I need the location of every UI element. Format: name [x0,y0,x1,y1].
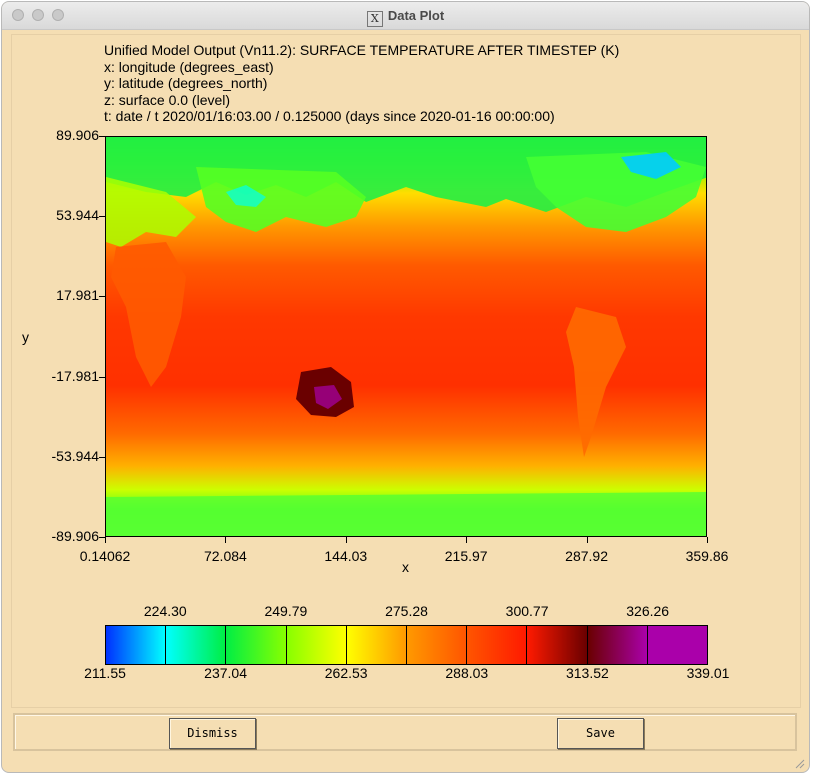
map-svg [106,137,706,536]
colorbar-segment [467,626,528,664]
x-axis-label: x [402,559,409,575]
antarctic-region [106,492,706,536]
y-tick-label: 89.906 [56,127,99,143]
colorbar-upper-label: 249.79 [264,603,308,619]
x11-icon: X [366,11,383,27]
y-axis-label: y [22,329,29,345]
save-button[interactable]: Save [557,718,644,749]
y-tick-label: -53.944 [51,447,99,464]
x-tick-mark [466,537,468,543]
colorbar-segment [527,626,588,664]
x-tick-label: 72.084 [203,548,247,564]
plot-title: Unified Model Output (Vn11.2): SURFACE T… [104,42,620,58]
colorbar-segment [226,626,287,664]
y-axis-description: y: latitude (degrees_north) [104,75,268,91]
colorbar-segment [286,626,347,664]
colorbar-upper-label: 326.26 [626,603,670,619]
y-tick-label: 53.944 [56,207,99,224]
y-tick-label: 17.981 [56,287,99,304]
colorbar-upper-label: 300.77 [505,603,549,619]
resize-handle-icon[interactable] [793,756,805,769]
x-tick-mark [707,537,708,543]
colorbar-lower-label: 288.03 [445,665,489,681]
button-bar [13,713,797,751]
x-tick-label: 215.97 [444,548,488,564]
window-title: Data Plot [387,8,445,23]
plot-header: Unified Model Output (Vn11.2): SURFACE T… [104,42,619,125]
y-tick-label: -89.906 [51,528,99,544]
colorbar-segment [647,626,708,664]
colorbar [105,625,708,665]
y-tick-mark [99,376,105,378]
x-tick-mark [105,537,106,543]
temperature-map [105,136,707,537]
colorbar-segment [166,626,227,664]
time-description: t: date / t 2020/01/16:03.00 / 0.125000 … [104,108,555,124]
x-tick-mark [345,537,347,543]
colorbar-lower-label: 339.01 [686,665,730,681]
x-tick-mark [225,537,227,543]
y-tick-mark [99,296,105,298]
x-tick-label: 359.86 [685,548,729,564]
y-tick-mark [99,456,105,458]
y-tick-mark [99,136,105,137]
z-axis-description: z: surface 0.0 (level) [104,91,231,108]
y-tick-mark [99,216,105,218]
colorbar-segment [346,626,408,664]
y-tick-mark [99,537,105,538]
x-axis-description: x: longitude (degrees_east) [104,58,274,75]
colorbar-segment [587,626,648,664]
colorbar-lower-label: 237.04 [204,665,248,681]
dismiss-button[interactable]: Dismiss [169,718,256,749]
x-tick-label: 0.14062 [79,548,131,564]
y-tick-label: -17.981 [51,367,99,384]
title-bar: X Data Plot [2,2,809,30]
colorbar-upper-label: 224.30 [143,603,187,619]
colorbar-segment [106,626,167,664]
x-tick-label: 144.03 [324,548,368,564]
colorbar-lower-label: 262.53 [324,665,368,681]
x-tick-label: 287.92 [565,548,609,564]
colorbar-upper-label: 275.28 [385,603,428,619]
colorbar-segment [407,626,468,664]
colorbar-lower-label: 313.52 [565,665,609,681]
x-tick-mark [586,537,588,543]
colorbar-lower-label: 211.55 [84,665,126,681]
